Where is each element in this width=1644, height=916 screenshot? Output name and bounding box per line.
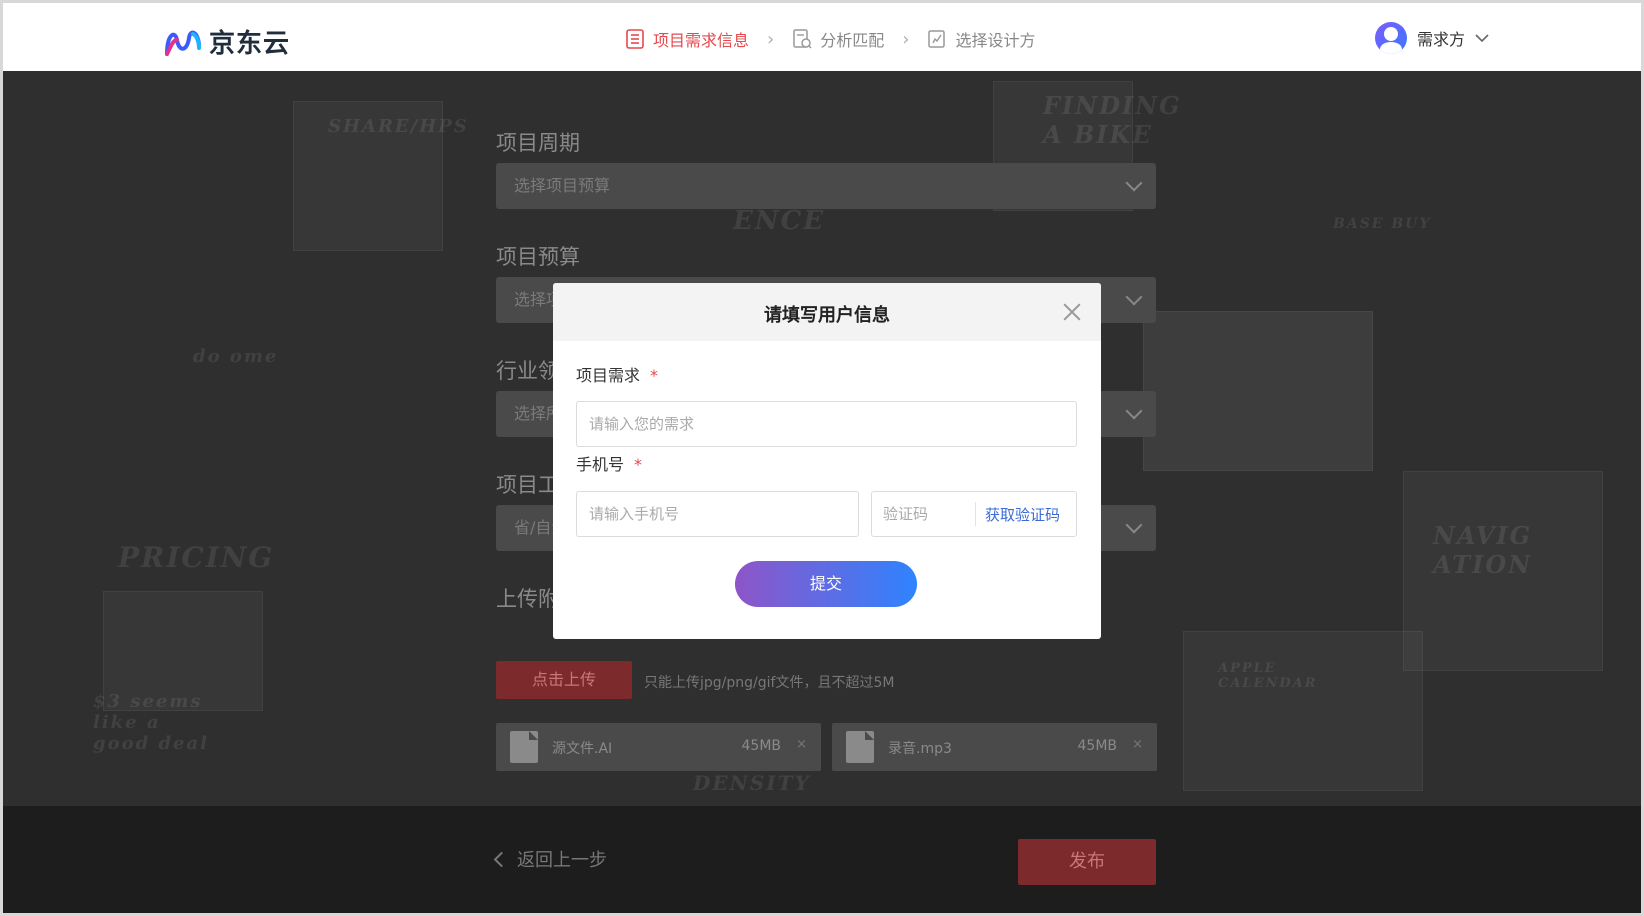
- user-info-dialog: 请填写用户信息 项目需求 * 手机号 * 获取验证码 提交: [553, 283, 1101, 639]
- back-link[interactable]: 返回上一步: [493, 846, 607, 872]
- close-icon[interactable]: [1063, 303, 1081, 321]
- verification-code-input[interactable]: [872, 492, 976, 536]
- get-code-button[interactable]: 获取验证码: [985, 504, 1060, 525]
- background-scribble: APPLE CALENDAR: [1218, 661, 1318, 691]
- back-label: 返回上一步: [517, 850, 607, 871]
- logo-text: 京东云: [209, 29, 291, 59]
- attachment-size: 45MB: [741, 738, 782, 754]
- dialog-header: 请填写用户信息: [553, 283, 1101, 341]
- publish-button[interactable]: 发布: [1018, 839, 1156, 885]
- background-scribble: NAVIG ATION: [1433, 521, 1533, 579]
- background-sketch: [1143, 311, 1373, 471]
- field-label-period: 项目周期: [496, 131, 580, 155]
- divider: [975, 502, 976, 526]
- attachment-name: 源文件.AI: [552, 741, 613, 757]
- project-need-input[interactable]: [576, 401, 1077, 447]
- upload-hint: 只能上传jpg/png/gif文件，且不超过5M: [644, 675, 895, 691]
- step-analysis[interactable]: 分析匹配: [792, 27, 884, 51]
- period-select[interactable]: 选择项目预算: [496, 163, 1156, 209]
- user-name: 需求方: [1417, 30, 1466, 49]
- attachment-item[interactable]: 录音.mp3 45MB ×: [832, 723, 1157, 771]
- doc-scan-icon: [793, 29, 812, 49]
- submit-button[interactable]: 提交: [735, 561, 917, 607]
- chevron-down-icon: [1125, 402, 1143, 420]
- phone-input[interactable]: [576, 491, 859, 537]
- field-label-budget: 项目预算: [496, 245, 580, 269]
- background-scribble: PRICING: [118, 541, 275, 574]
- chevron-down-icon: [1475, 34, 1489, 43]
- logo-mark-icon: [165, 30, 201, 56]
- background-scribble: $3 seems like a good deal: [93, 691, 209, 754]
- remove-file-icon[interactable]: ×: [796, 737, 807, 752]
- background-sketch: [1183, 631, 1423, 791]
- paperclip-icon: [510, 731, 538, 763]
- background-scribble: BASE BUY: [1333, 216, 1432, 232]
- music-note-icon: [846, 731, 874, 763]
- remove-file-icon[interactable]: ×: [1132, 737, 1143, 752]
- background-scribble: SHARE/HPS: [328, 116, 469, 137]
- background-scribble: FINDING A BIKE: [1043, 91, 1182, 149]
- avatar-icon: [1375, 22, 1407, 54]
- label-text: 手机号: [576, 455, 625, 474]
- step-label: 选择设计方: [955, 31, 1036, 50]
- step-label: 项目需求信息: [653, 31, 750, 50]
- phone-label: 手机号 *: [576, 451, 642, 475]
- select-placeholder: 选择项目预算: [514, 176, 611, 195]
- bottom-bar: 返回上一步 发布: [3, 806, 1641, 913]
- attachment-item[interactable]: 源文件.AI 45MB ×: [496, 723, 821, 771]
- required-mark: *: [634, 455, 643, 474]
- background-scribble: DENSITY: [693, 771, 811, 795]
- chevron-down-icon: [1125, 288, 1143, 306]
- list-doc-icon: [626, 29, 644, 49]
- background-scribble: do ome: [193, 346, 279, 367]
- attachment-size: 45MB: [1077, 738, 1118, 754]
- user-menu[interactable]: 需求方: [1375, 22, 1489, 54]
- chevron-left-icon: [493, 851, 510, 867]
- step-choose-designer[interactable]: 选择设计方: [927, 27, 1035, 51]
- verification-code-field: 获取验证码: [871, 491, 1077, 537]
- progress-steps: 项目需求信息 › 分析匹配 › 选择设计方: [625, 27, 1035, 51]
- required-mark: *: [650, 366, 659, 385]
- upload-button[interactable]: 点击上传: [496, 661, 632, 699]
- jdcloud-logo[interactable]: 京东云: [163, 23, 290, 60]
- doc-edit-icon: [928, 30, 946, 48]
- chevron-right-icon: ›: [767, 28, 775, 50]
- chevron-right-icon: ›: [902, 28, 910, 50]
- attachment-name: 录音.mp3: [888, 741, 952, 757]
- step-label: 分析匹配: [820, 31, 885, 50]
- chevron-down-icon: [1125, 174, 1143, 192]
- chevron-down-icon: [1125, 516, 1143, 534]
- project-need-label: 项目需求 *: [576, 362, 658, 386]
- step-requirements[interactable]: 项目需求信息: [625, 27, 749, 51]
- app-window: 京东云 项目需求信息 › 分析匹配 › 选择设计方 需求方 SHARE/HPS …: [0, 0, 1644, 916]
- dialog-title: 请填写用户信息: [764, 305, 890, 326]
- top-header: 京东云 项目需求信息 › 分析匹配 › 选择设计方 需求方: [3, 3, 1641, 71]
- label-text: 项目需求: [576, 366, 641, 385]
